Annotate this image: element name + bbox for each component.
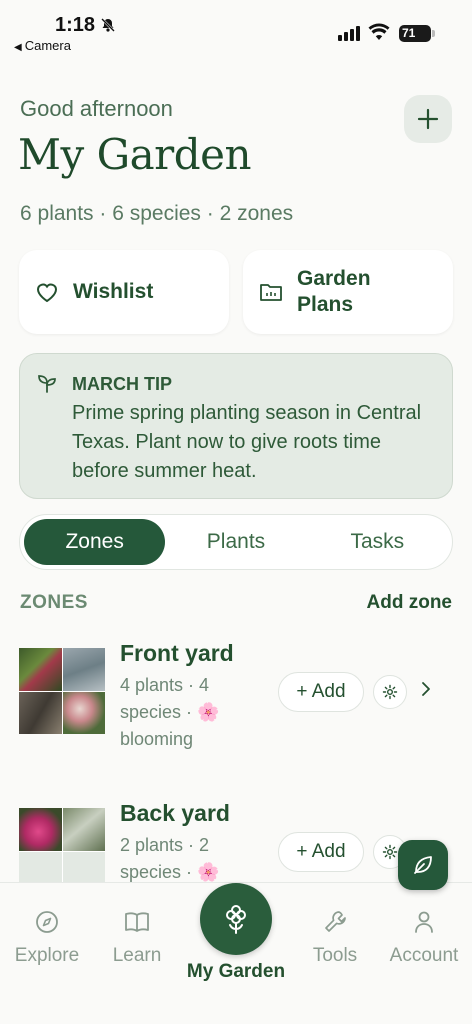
sprout-icon <box>36 372 58 399</box>
folder-icon <box>259 281 283 303</box>
page-title: My Garden <box>18 130 252 179</box>
tip-text: Prime spring planting season in Central … <box>72 402 422 482</box>
nav-label: Explore <box>14 945 80 966</box>
garden-summary: 6 plants · 6 species · 2 zones <box>20 202 294 225</box>
leaf-icon <box>414 856 432 874</box>
back-label: Camera <box>24 38 71 53</box>
tab-plants[interactable]: Plants <box>165 519 306 565</box>
plant-identify-button[interactable] <box>398 840 448 890</box>
zone-name: Front yard <box>120 640 234 666</box>
chevron-right-icon[interactable] <box>420 680 432 703</box>
add-zone-button[interactable]: Add zone <box>367 592 453 614</box>
book-icon <box>92 909 182 937</box>
zone-meta: 2 plants · 2 species · 🌸 <box>120 835 220 882</box>
zone-add-plant-button[interactable]: + Add <box>278 672 364 712</box>
seasonal-tip-card: MARCH TIP Prime spring planting season i… <box>19 353 453 499</box>
gear-icon <box>382 684 398 700</box>
wishlist-button[interactable]: Wishlist <box>19 250 229 334</box>
compass-icon <box>2 909 92 937</box>
garden-plans-label: Garden Plans <box>297 267 371 316</box>
view-segmented-control: Zones Plants Tasks <box>19 514 453 570</box>
greeting-text: Good afternoon <box>20 96 173 121</box>
nav-account[interactable]: Account <box>379 909 469 967</box>
status-time: 1:18 <box>55 14 96 36</box>
tab-zones[interactable]: Zones <box>24 519 166 565</box>
wrench-icon <box>290 909 380 937</box>
zone-card-front-yard[interactable]: Front yard 4 plants · 4 species · 🌸 bloo… <box>0 636 472 766</box>
zone-meta: 4 plants · 4 species · 🌸 blooming <box>120 675 220 749</box>
wishlist-label: Wishlist <box>73 280 154 303</box>
nav-my-garden[interactable] <box>200 883 272 955</box>
user-icon <box>379 909 469 937</box>
flower-icon <box>226 905 246 934</box>
nav-tools[interactable]: Tools <box>290 909 380 967</box>
back-to-camera-link[interactable]: ◀ Camera <box>14 38 71 53</box>
plus-icon <box>417 108 439 130</box>
nav-my-garden-label: My Garden <box>186 961 286 982</box>
bottom-tab-bar: Explore Learn My Garden Tools Account <box>0 882 472 1024</box>
zones-section-header: ZONES <box>20 592 88 613</box>
zone-thumbnail <box>19 648 105 734</box>
cellular-signal-icon <box>338 26 360 41</box>
tab-tasks[interactable]: Tasks <box>307 519 448 565</box>
nav-label: Tools <box>312 945 358 966</box>
nav-learn[interactable]: Learn <box>92 909 182 967</box>
nav-explore[interactable]: Explore <box>2 909 92 967</box>
nav-label: Learn <box>112 945 162 966</box>
back-arrow-icon: ◀ <box>14 42 22 53</box>
zone-name: Back yard <box>120 800 230 826</box>
add-plant-button[interactable] <box>404 95 452 143</box>
battery-icon: 71 <box>399 25 435 42</box>
tip-title: MARCH TIP <box>72 374 172 394</box>
bell-muted-icon <box>100 17 116 38</box>
heart-icon <box>35 281 59 303</box>
nav-label: Account <box>389 945 459 966</box>
gear-icon <box>382 844 398 860</box>
battery-level: 71 <box>402 26 416 40</box>
zone-add-plant-button[interactable]: + Add <box>278 832 364 872</box>
zone-settings-button[interactable] <box>373 675 407 709</box>
garden-plans-button[interactable]: Garden Plans <box>243 250 453 334</box>
wifi-icon <box>368 23 390 46</box>
status-bar: 1:18 ◀ Camera 71 <box>0 0 472 60</box>
